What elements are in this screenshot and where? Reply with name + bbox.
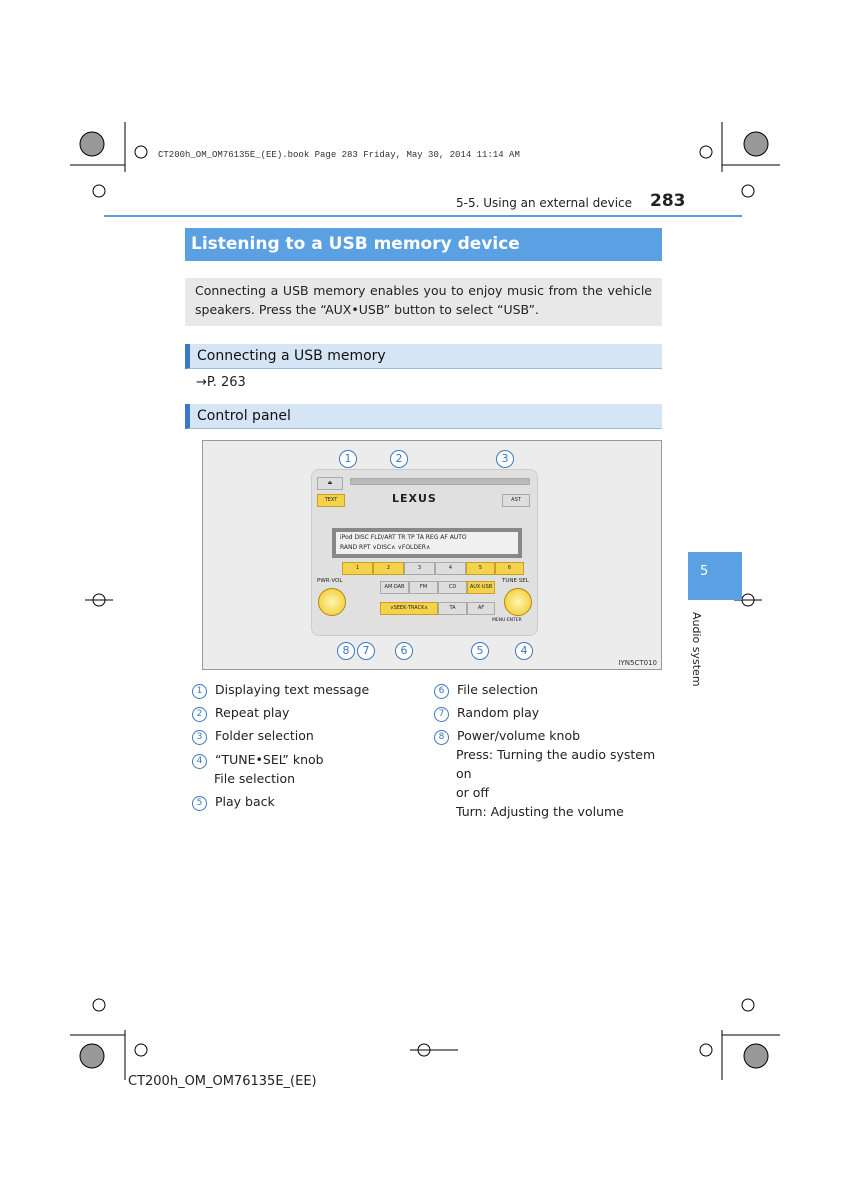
chapter-tab: 5 bbox=[688, 552, 742, 600]
lcd-bottom-indicators: RAND RPT ∨DISC∧ ∨FOLDER∧ bbox=[340, 544, 431, 551]
eject-button: ⏏ bbox=[317, 477, 343, 490]
pwr-vol-label: PWR·VOL bbox=[317, 578, 343, 584]
ta-button: TA bbox=[438, 602, 467, 615]
preset-4: 4 bbox=[435, 562, 466, 575]
legend-item-4: 4 “TUNE•SEL” knob File selection bbox=[192, 750, 324, 788]
manual-page: CT200h_OM_OM76135E_(EE).book Page 283 Fr… bbox=[0, 0, 848, 1200]
legend-item-8: 8 Power/volume knob Press: Turning the aud… bbox=[434, 726, 662, 821]
page-reference-link[interactable]: →P. 263 bbox=[196, 375, 246, 390]
illustration-code: IYN5CT010 bbox=[618, 659, 657, 667]
callout-7: 7 bbox=[357, 642, 375, 660]
preset-5: 5 bbox=[466, 562, 495, 575]
callout-3: 3 bbox=[496, 450, 514, 468]
preset-1: 1 bbox=[342, 562, 373, 575]
intro-box: Connecting a USB memory enables you to e… bbox=[185, 278, 662, 326]
chapter-label: Audio system bbox=[690, 612, 703, 687]
page-title: Listening to a USB memory device bbox=[185, 228, 662, 261]
tune-sel-label: TUNE·SEL bbox=[502, 578, 529, 584]
aux-usb-button: AUX·USB bbox=[467, 581, 495, 594]
menu-enter-label: MENU·ENTER bbox=[492, 618, 522, 623]
callout-4: 4 bbox=[515, 642, 533, 660]
callout-2: 2 bbox=[390, 450, 408, 468]
preset-6: 6 bbox=[495, 562, 524, 575]
ast-button: AST bbox=[502, 494, 530, 507]
text-button: TEXT bbox=[317, 494, 345, 507]
legend-item-3: 3 Folder selection bbox=[192, 726, 314, 745]
lexus-logo: LEXUS bbox=[392, 492, 437, 505]
seek-track-button: ∨SEEK·TRACK∧ bbox=[380, 602, 438, 615]
callout-8: 8 bbox=[337, 642, 355, 660]
disc-slot bbox=[350, 478, 530, 485]
legend-list: 1 Displaying text message 2 Repeat play 3F… bbox=[192, 680, 662, 820]
callout-6: 6 bbox=[395, 642, 413, 660]
legend-item-5: 5 Play back bbox=[192, 792, 275, 811]
subheading-connecting: Connecting a USB memory bbox=[185, 344, 662, 369]
footer-code: CT200h_OM_OM76135E_(EE) bbox=[128, 1074, 317, 1089]
subheading-control-panel: Control panel bbox=[185, 404, 662, 429]
legend-item-2: 2 Repeat play bbox=[192, 703, 289, 722]
am-dab-button: AM·DAB bbox=[380, 581, 409, 594]
lcd-display: iPod DISC FLD/ART TR TP TA REG AF AUTO R… bbox=[332, 528, 522, 558]
power-volume-knob bbox=[318, 588, 346, 616]
legend-item-1: 1 Displaying text message bbox=[192, 680, 369, 699]
cd-button: CD bbox=[438, 581, 467, 594]
book-info-line: CT200h_OM_OM76135E_(EE).book Page 283 Fr… bbox=[158, 150, 520, 160]
lcd-top-indicators: iPod DISC FLD/ART TR TP TA REG AF AUTO bbox=[340, 534, 467, 541]
section-heading: 5-5. Using an external device bbox=[456, 196, 633, 210]
af-button: AF bbox=[467, 602, 495, 615]
page-number: 283 bbox=[650, 191, 686, 211]
legend-item-7: 7 Random play bbox=[434, 703, 539, 722]
audio-panel: ⏏ TEXT LEXUS AST iPod DISC FLD/ART TR TP… bbox=[311, 469, 538, 636]
callout-1: 1 bbox=[339, 450, 357, 468]
preset-2: 2 bbox=[373, 562, 404, 575]
preset-3: 3 bbox=[404, 562, 435, 575]
control-panel-illustration: ⏏ TEXT LEXUS AST iPod DISC FLD/ART TR TP… bbox=[202, 440, 662, 670]
header-rule bbox=[104, 215, 742, 217]
tune-sel-knob bbox=[504, 588, 532, 616]
callout-5: 5 bbox=[471, 642, 489, 660]
legend-item-6: 6 File selection bbox=[434, 680, 538, 699]
fm-button: FM bbox=[409, 581, 438, 594]
